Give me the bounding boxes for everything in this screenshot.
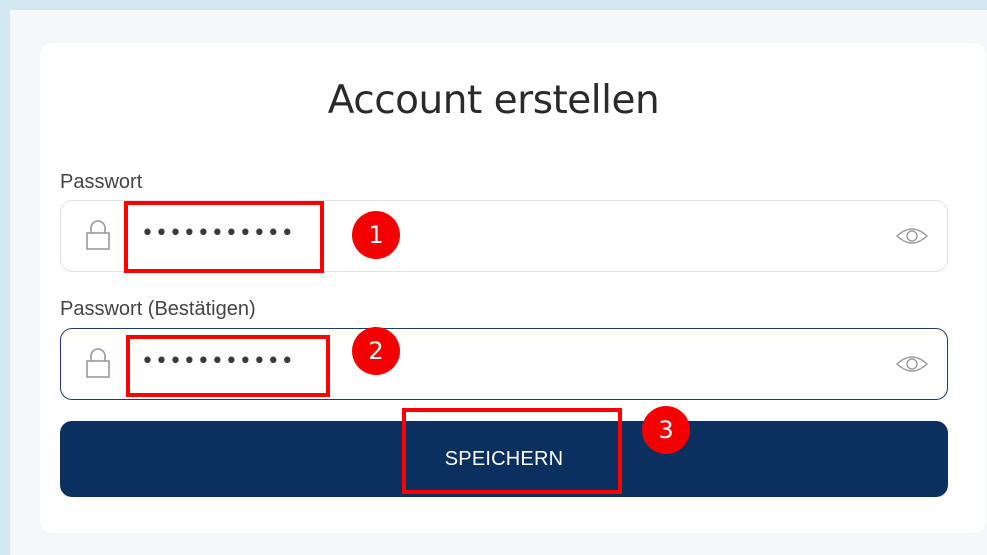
lock-icon xyxy=(86,348,110,378)
highlight-box-1 xyxy=(124,201,324,273)
highlight-box-2 xyxy=(126,335,330,397)
eye-icon[interactable] xyxy=(895,353,929,375)
step-badge-3: 3 xyxy=(642,406,690,454)
step-badge-1: 1 xyxy=(352,211,400,259)
password-label: Passwort xyxy=(60,171,143,193)
lock-icon xyxy=(86,220,110,250)
step-badge-2: 2 xyxy=(352,327,400,375)
confirm-password-label: Passwort (Bestätigen) xyxy=(60,298,256,320)
page-title: Account erstellen xyxy=(327,78,660,123)
eye-icon[interactable] xyxy=(895,225,929,247)
highlight-box-3 xyxy=(402,408,622,494)
